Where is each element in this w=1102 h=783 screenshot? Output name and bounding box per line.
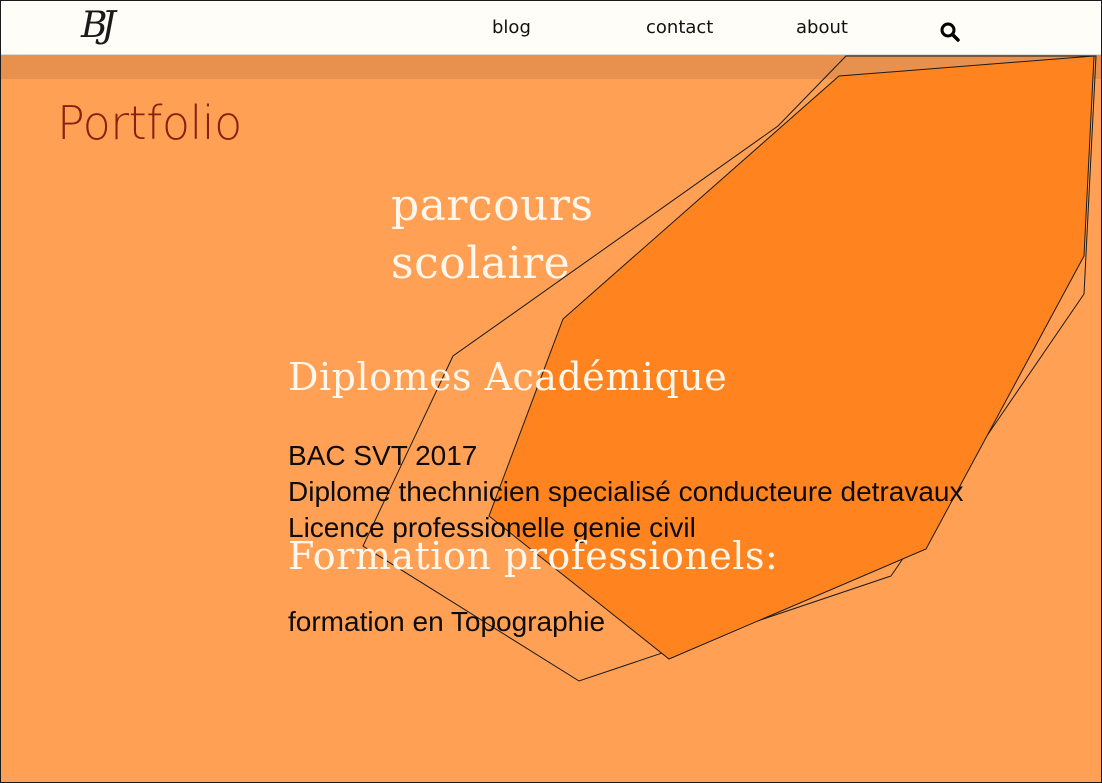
search-button[interactable] xyxy=(939,21,961,43)
main-content: Portfolio parcours scolaire Diplomes Aca… xyxy=(1,1,1101,783)
nav-link-about[interactable]: about xyxy=(796,17,848,38)
diplomes-heading: Diplomes Académique xyxy=(288,355,728,399)
section-title: parcours scolaire xyxy=(391,180,594,289)
top-navigation-bar: BJ blog contact about xyxy=(1,1,1101,55)
formation-heading: Formation professionels: xyxy=(288,534,779,578)
page-title: Portfolio xyxy=(57,96,242,150)
formation-item: formation en Topographie xyxy=(288,606,606,637)
diplome-item: BAC SVT 2017 xyxy=(288,440,478,471)
site-logo[interactable]: BJ xyxy=(81,5,116,46)
nav-link-blog[interactable]: blog xyxy=(492,17,531,38)
diplome-item: Diplome thechnicien specialisé conducteu… xyxy=(288,476,964,507)
search-icon xyxy=(940,22,960,42)
diplomes-list: BAC SVT 2017 Diplome thechnicien special… xyxy=(288,438,964,546)
nav-link-contact[interactable]: contact xyxy=(646,17,713,38)
